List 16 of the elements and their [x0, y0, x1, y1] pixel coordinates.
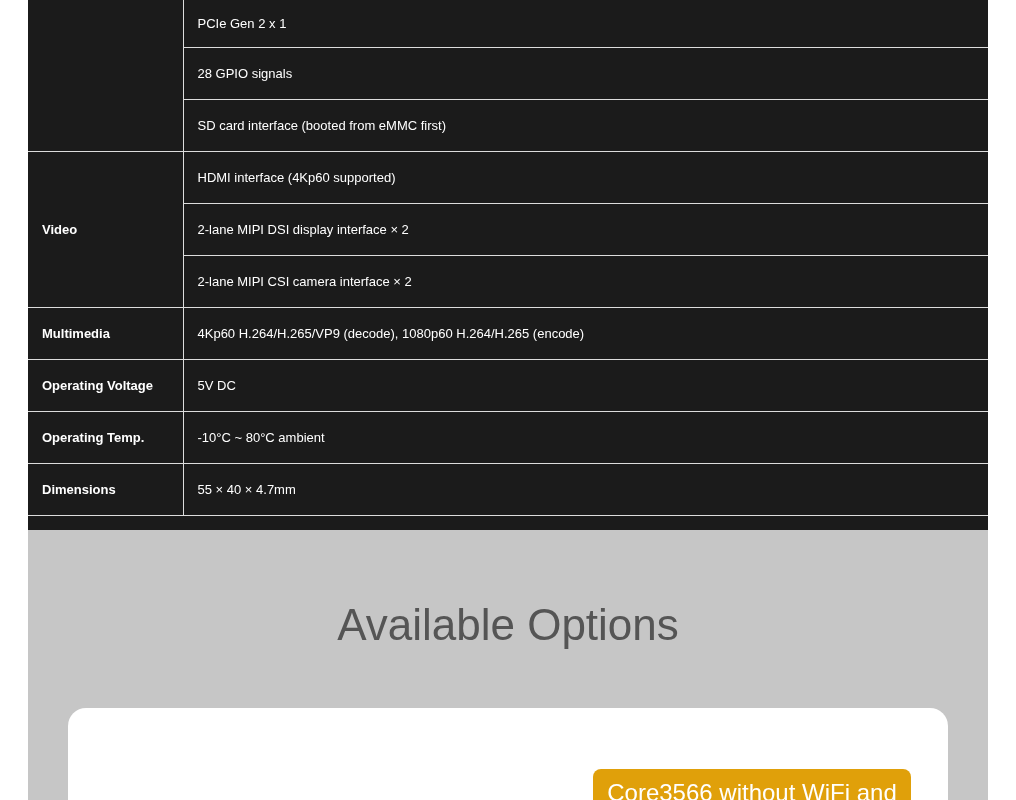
spec-value: SD card interface (booted from eMMC first)	[183, 99, 988, 152]
spec-label: Operating Temp.	[28, 411, 183, 464]
spec-value: PCIe Gen 2 x 1	[183, 0, 988, 48]
spec-label: Operating Voltage	[28, 359, 183, 412]
section-title: Available Options	[337, 600, 679, 650]
spec-value: -10°C ~ 80°C ambient	[183, 411, 988, 464]
spec-value: 4Kp60 H.264/H.265/VP9 (decode), 1080p60 H.264/H.265 (encode)	[183, 307, 988, 360]
spec-value: HDMI interface (4Kp60 supported)	[183, 151, 988, 204]
spec-label: Multimedia	[28, 307, 183, 360]
spec-value: 2-lane MIPI DSI display interface × 2	[183, 203, 988, 256]
spec-value: 55 × 40 × 4.7mm	[183, 463, 988, 516]
spec-label: Dimensions	[28, 463, 183, 516]
spec-value: 28 GPIO signals	[183, 47, 988, 100]
spec-value: 2-lane MIPI CSI camera interface × 2	[183, 255, 988, 308]
spec-value: 5V DC	[183, 359, 988, 412]
spec-label: Video	[28, 151, 183, 308]
